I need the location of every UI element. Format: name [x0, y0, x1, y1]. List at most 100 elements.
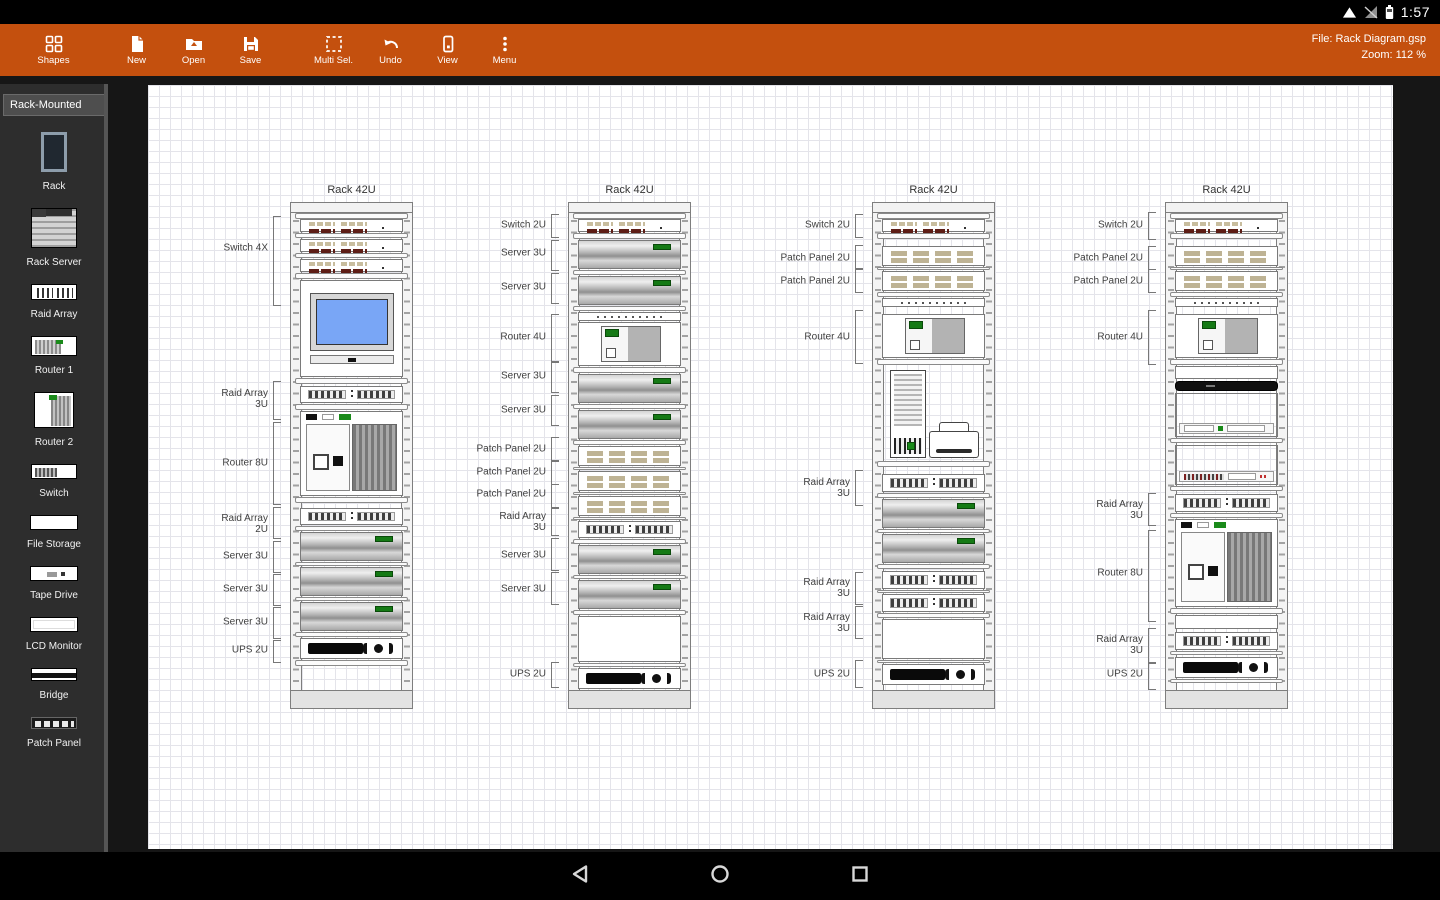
- rack-unit-tray[interactable]: [295, 526, 408, 531]
- rack-unit-raid[interactable]: [578, 521, 681, 538]
- rack-unit-tray[interactable]: [1170, 608, 1283, 614]
- rack-unit-label[interactable]: Server 3U: [434, 282, 546, 293]
- rack-unit-dots[interactable]: [578, 312, 681, 321]
- rack-unit-label[interactable]: Raid Array 3U: [1031, 499, 1143, 521]
- rack-unit-label[interactable]: Switch 2U: [434, 220, 546, 231]
- rack-unit-router8[interactable]: [1175, 519, 1278, 607]
- rack-unit-tray[interactable]: [295, 497, 408, 503]
- toolbar-button-save[interactable]: Save: [222, 24, 279, 76]
- rack-unit-router4[interactable]: [578, 322, 681, 366]
- rack-unit-tray[interactable]: [573, 404, 686, 409]
- rack-unit-server[interactable]: [578, 374, 681, 403]
- palette-category-header[interactable]: Rack-Mounted: [3, 94, 105, 116]
- rack-unit-label[interactable]: Raid Array 3U: [156, 388, 268, 410]
- rack-unit-label[interactable]: Server 3U: [434, 584, 546, 595]
- rack-unit-router4[interactable]: [882, 314, 985, 358]
- rack-unit-blank[interactable]: [1175, 615, 1278, 629]
- rack-unit-tray[interactable]: [877, 493, 990, 498]
- rack-1[interactable]: Rack 42U: [290, 184, 413, 709]
- rack-unit-switch[interactable]: [300, 239, 403, 253]
- rack-unit-raid[interactable]: [1175, 494, 1278, 512]
- rack-unit-tray[interactable]: [573, 663, 686, 667]
- rack-unit-tray[interactable]: [877, 267, 990, 270]
- rack-unit-tray[interactable]: [295, 562, 408, 566]
- rack-unit-patch[interactable]: [578, 446, 681, 466]
- rack-unit-tray[interactable]: [877, 613, 990, 618]
- rack-unit-raid[interactable]: [300, 508, 403, 525]
- rack-unit-tray[interactable]: [573, 492, 686, 495]
- rack-unit-label[interactable]: Raid Array 3U: [434, 511, 546, 533]
- rack-unit-label[interactable]: Router 8U: [1031, 568, 1143, 579]
- rack-unit-patch[interactable]: [578, 496, 681, 516]
- rack-unit-label[interactable]: Server 3U: [434, 550, 546, 561]
- rack-unit-switch[interactable]: [1175, 219, 1278, 233]
- rack-unit-label[interactable]: Switch 4X: [156, 243, 268, 254]
- rack-unit-raid[interactable]: [882, 571, 985, 589]
- rack-unit-tray[interactable]: [877, 233, 990, 239]
- rack-unit-switch[interactable]: [300, 259, 403, 273]
- rack-unit-tray[interactable]: [877, 359, 990, 365]
- rack-2[interactable]: Rack 42U: [568, 184, 691, 709]
- rack-unit-label[interactable]: Router 4U: [434, 332, 546, 343]
- rack-unit-tray[interactable]: [573, 467, 686, 470]
- rack-unit-lcd[interactable]: [300, 280, 403, 377]
- rack-unit-tray[interactable]: [1170, 267, 1283, 270]
- rack-unit-tray[interactable]: [877, 590, 990, 593]
- rack-unit-tray[interactable]: [295, 253, 408, 258]
- rack-unit-tray[interactable]: [295, 233, 408, 238]
- rack-unit-patch[interactable]: [1175, 246, 1278, 266]
- rack-unit-label[interactable]: UPS 2U: [1031, 669, 1143, 680]
- rack-unit-label[interactable]: Raid Array 3U: [738, 577, 850, 599]
- rack-unit-tray[interactable]: [573, 233, 686, 239]
- rack-unit-patch[interactable]: [882, 246, 985, 266]
- rack-unit-tape[interactable]: [1175, 393, 1278, 437]
- rack-unit-dots[interactable]: [882, 298, 985, 307]
- rack-unit-tray[interactable]: [1170, 438, 1283, 443]
- rack-unit-raid[interactable]: [882, 594, 985, 612]
- rack-unit-label[interactable]: Raid Array 3U: [1031, 634, 1143, 656]
- rack-unit-tray[interactable]: [877, 461, 990, 467]
- rack-unit-ups[interactable]: [1175, 657, 1278, 678]
- palette-item-tape[interactable]: Tape Drive: [0, 566, 108, 601]
- rack-unit-switch[interactable]: [578, 219, 681, 233]
- rack-unit-patch[interactable]: [1175, 271, 1278, 291]
- rack-title[interactable]: Rack 42U: [852, 184, 1015, 196]
- rack-unit-tray[interactable]: [295, 660, 408, 666]
- rack-unit-tray[interactable]: [877, 564, 990, 569]
- palette-item-rack[interactable]: Rack: [0, 132, 108, 192]
- rack-unit-label[interactable]: Raid Array 3U: [738, 612, 850, 634]
- rack-unit-label[interactable]: Router 4U: [738, 332, 850, 343]
- rack-4[interactable]: Rack 42U: [1165, 184, 1288, 709]
- palette-item-router1[interactable]: Router 1: [0, 336, 108, 376]
- rack-unit-server[interactable]: [578, 545, 681, 574]
- rack-unit-blank[interactable]: [1175, 366, 1278, 379]
- rack-unit-label[interactable]: Server 3U: [156, 617, 268, 628]
- rack-unit-tray[interactable]: [573, 517, 686, 520]
- rack-unit-stripu[interactable]: [1175, 445, 1278, 485]
- toolbar-button-menu[interactable]: Menu: [476, 24, 533, 76]
- rack-unit-label[interactable]: Switch 2U: [1031, 220, 1143, 231]
- toolbar-button-multisel[interactable]: Multi Sel.: [305, 24, 362, 76]
- rack-unit-router8[interactable]: [300, 411, 403, 496]
- rack-unit-tray[interactable]: [1170, 233, 1283, 239]
- rack-unit-tray[interactable]: [573, 367, 686, 373]
- rack-unit-switch[interactable]: [882, 219, 985, 233]
- rack-unit-label[interactable]: Server 3U: [434, 371, 546, 382]
- rack-unit-ups[interactable]: [578, 668, 681, 689]
- rack-unit-label[interactable]: Raid Array 2U: [156, 513, 268, 535]
- rack-unit-label[interactable]: Server 3U: [434, 405, 546, 416]
- rack-unit-raid[interactable]: [300, 386, 403, 403]
- rack-title[interactable]: Rack 42U: [548, 184, 711, 196]
- rack-unit-label[interactable]: Server 3U: [434, 248, 546, 259]
- rack-unit-raid[interactable]: [882, 474, 985, 492]
- rack-unit-label[interactable]: Patch Panel 2U: [1031, 253, 1144, 264]
- rack-unit-label[interactable]: UPS 2U: [156, 645, 268, 656]
- rack-unit-dots[interactable]: [1175, 298, 1278, 307]
- rack-unit-label[interactable]: UPS 2U: [434, 669, 546, 680]
- rack-unit-label[interactable]: Router 8U: [156, 458, 268, 469]
- rack-unit-tray[interactable]: [295, 597, 408, 601]
- rack-unit-tray[interactable]: [1170, 486, 1283, 491]
- rack-unit-server[interactable]: [578, 580, 681, 609]
- rack-unit-tray[interactable]: [573, 270, 686, 275]
- rack-unit-label[interactable]: Patch Panel 2U: [1031, 276, 1144, 287]
